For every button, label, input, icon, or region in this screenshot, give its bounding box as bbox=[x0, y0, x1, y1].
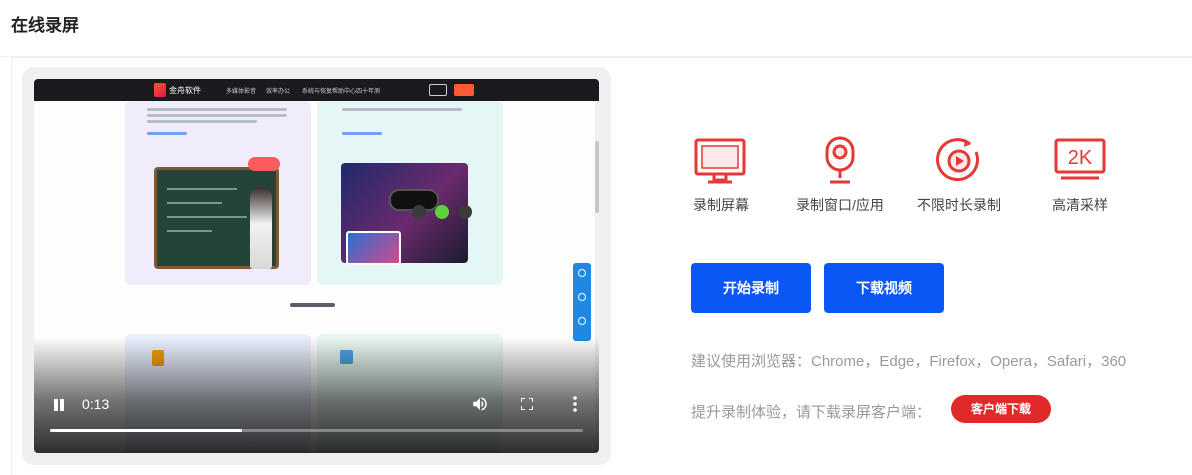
feature-record-screen: 录制屏幕 bbox=[676, 136, 766, 213]
more-options-icon[interactable] bbox=[571, 395, 579, 413]
preview-more-link bbox=[290, 303, 335, 307]
player-controls-overlay bbox=[34, 337, 599, 453]
preview-site-logo bbox=[154, 83, 166, 97]
preview-site-navbar: 金舟软件 多媒体影音 效率办公 系统与恢复 帮助中心 四十年测 bbox=[34, 79, 599, 101]
current-time: 0:13 bbox=[82, 396, 110, 412]
preview-scrollbar-thumb[interactable] bbox=[595, 141, 599, 213]
preview-nav-item: 帮助中心 bbox=[332, 89, 357, 95]
progress-bar-fill bbox=[50, 429, 242, 432]
fullscreen-icon[interactable] bbox=[521, 398, 533, 410]
start-recording-button[interactable]: 开始录制 bbox=[691, 263, 811, 313]
feature-record-window: 录制窗口/应用 bbox=[795, 136, 885, 213]
preview-vr-inset bbox=[346, 231, 401, 265]
preview-nav-item: 系统与恢复 bbox=[302, 89, 333, 95]
preview-record-badge bbox=[248, 157, 280, 171]
preview-nav-item: 多媒体影音 bbox=[226, 89, 257, 95]
preview-android-icon bbox=[435, 205, 449, 219]
preview-phone-icon bbox=[412, 205, 426, 219]
feature-label: 不限时长录制 bbox=[917, 197, 1001, 213]
client-download-tip: 提升录制体验，请下载录屏客户端： bbox=[691, 404, 932, 421]
preview-nav-item: 四十年测 bbox=[356, 89, 381, 95]
video-player[interactable]: 金舟软件 多媒体影音 效率办公 系统与恢复 帮助中心 四十年测 0:13 bbox=[34, 79, 599, 453]
preview-monitor-icon bbox=[458, 205, 472, 219]
feature-label: 录制屏幕 bbox=[693, 197, 749, 213]
2k-icon-text: 2K bbox=[1068, 147, 1093, 169]
monitor-icon bbox=[694, 138, 746, 184]
preview-login-button bbox=[454, 84, 474, 96]
feature-label: 录制窗口/应用 bbox=[796, 197, 884, 213]
pause-icon[interactable] bbox=[53, 399, 65, 411]
download-video-button[interactable]: 下载视频 bbox=[824, 263, 944, 313]
preview-teacher-figure bbox=[250, 187, 272, 269]
preview-search-box bbox=[429, 84, 447, 96]
volume-icon[interactable] bbox=[471, 395, 489, 413]
preview-side-widget bbox=[573, 263, 591, 341]
record-play-icon bbox=[936, 138, 979, 182]
feature-hd-sampling: 2K 高清采样 bbox=[1035, 136, 1125, 213]
2k-icon: 2K bbox=[1054, 138, 1106, 180]
preview-site-brand: 金舟软件 bbox=[169, 86, 201, 95]
feature-label: 高清采样 bbox=[1052, 197, 1108, 213]
client-download-button[interactable]: 客户端下载 bbox=[951, 395, 1051, 423]
progress-bar[interactable] bbox=[50, 429, 583, 432]
browser-recommendation: 建议使用浏览器：Chrome，Edge，Firefox，Opera，Safari… bbox=[691, 353, 1127, 370]
feature-unlimited-duration: 不限时长录制 bbox=[914, 136, 1004, 213]
webcam-icon bbox=[825, 136, 855, 184]
page-title: 在线录屏 bbox=[11, 16, 79, 35]
preview-nav-item: 效率办公 bbox=[266, 89, 291, 95]
